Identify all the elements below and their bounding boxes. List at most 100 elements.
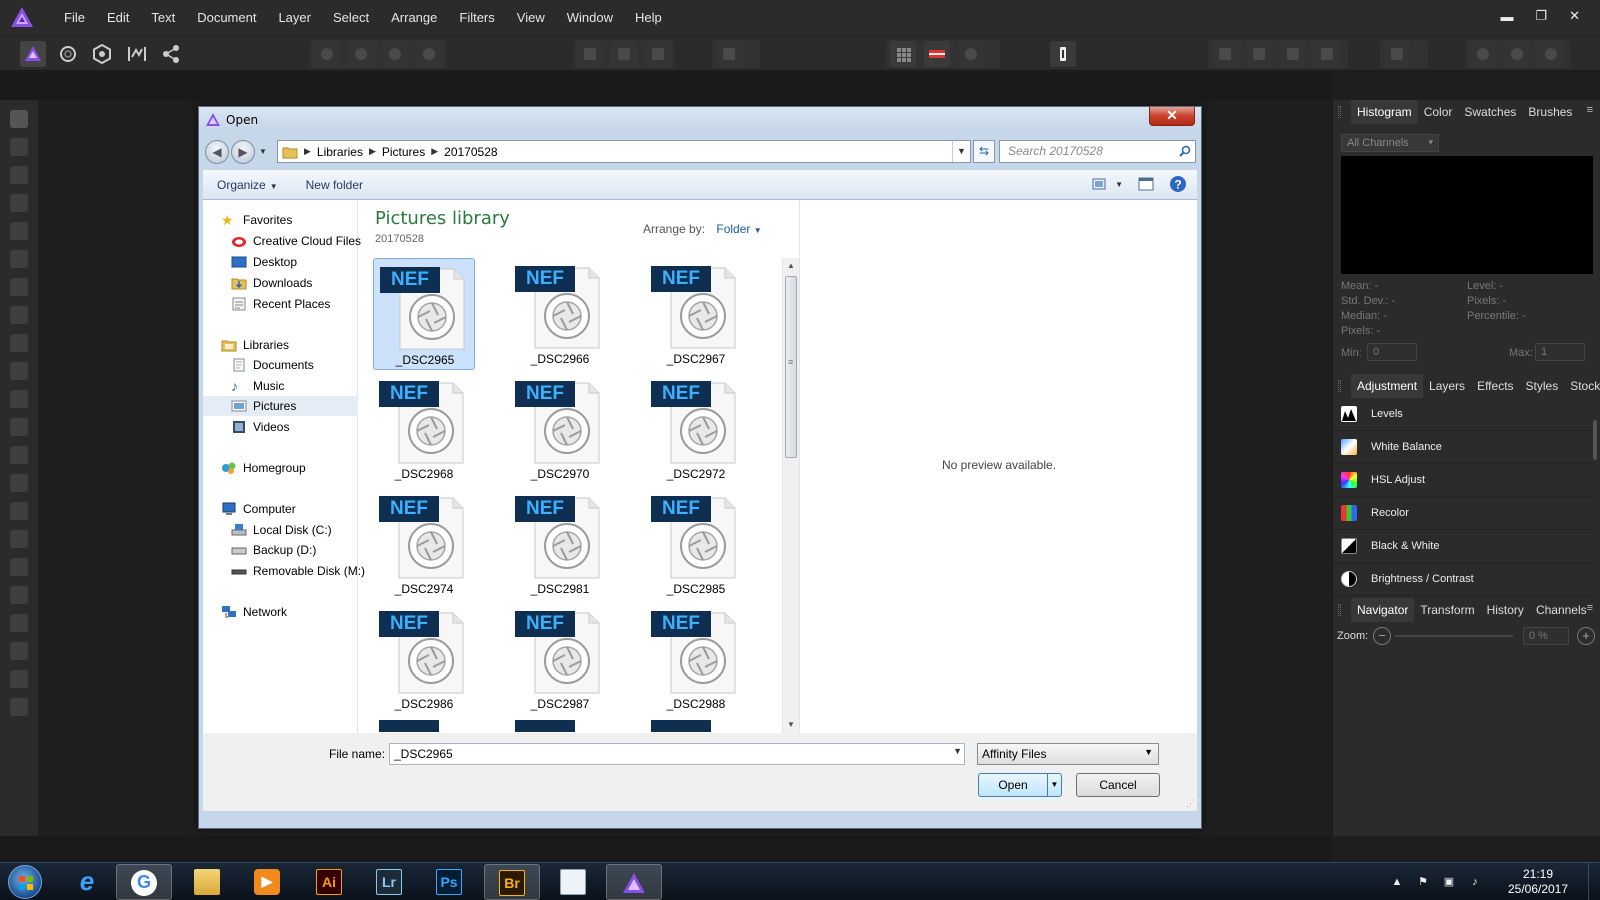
tab-stock[interactable]: Stock (1564, 374, 1600, 398)
liquify-persona-icon[interactable] (55, 41, 81, 67)
file-item-partial[interactable] (379, 720, 439, 732)
tab-channels[interactable]: Channels (1530, 598, 1593, 622)
adjustment-hsl[interactable]: HSL Adjust (1333, 464, 1593, 497)
zoom-value[interactable]: 0 % (1523, 627, 1569, 645)
nav-desktop[interactable]: Desktop (231, 252, 386, 272)
taskbar-affinity-photo[interactable] (606, 864, 662, 900)
action-center-icon[interactable]: ⚑ (1416, 875, 1430, 889)
boolean-intersect-icon[interactable] (1538, 41, 1564, 67)
menu-edit[interactable]: Edit (96, 0, 140, 35)
taskbar-photoshop[interactable]: Ps (422, 864, 478, 900)
nav-libraries[interactable]: Libraries (221, 335, 376, 355)
breadcrumb-folder[interactable]: 20170528 (438, 145, 503, 159)
restore-button[interactable]: ❐ (1535, 8, 1547, 24)
nav-local-disk[interactable]: Local Disk (C:) (231, 520, 386, 540)
search-input[interactable]: Search 20170528 (999, 140, 1196, 163)
arrange-backward-icon[interactable] (1246, 41, 1272, 67)
boolean-add-icon[interactable] (1470, 41, 1496, 67)
view-dropdown-icon[interactable]: ▼ (1115, 180, 1123, 189)
taskbar-notepad[interactable] (546, 864, 602, 900)
crop-tool-icon[interactable] (10, 194, 28, 212)
menu-window[interactable]: Window (556, 0, 624, 35)
organize-button[interactable]: Organize ▼ (203, 178, 292, 192)
menu-select[interactable]: Select (322, 0, 380, 35)
split-view-icon[interactable] (924, 41, 950, 67)
dialog-titlebar[interactable]: Open ✕ (199, 107, 1201, 133)
auto-contrast-icon[interactable] (348, 41, 374, 67)
panel-menu-icon[interactable]: ≡ (1587, 602, 1593, 614)
file-item[interactable]: NEF _DSC2974 (373, 488, 475, 600)
breadcrumb-pictures[interactable]: Pictures (376, 145, 431, 159)
nav-removable-disk[interactable]: Removable Disk (M:) (231, 561, 386, 581)
select-all-icon[interactable] (577, 41, 603, 67)
paint-brush-icon[interactable] (10, 362, 28, 380)
zoom-in-icon[interactable]: + (1577, 627, 1595, 645)
help-icon[interactable]: ? (1169, 175, 1187, 193)
file-name-input[interactable]: _DSC2965 ▼ (389, 743, 965, 765)
menu-file[interactable]: File (53, 0, 96, 35)
nav-recent-places[interactable]: Recent Places (231, 294, 386, 314)
panel-grip-icon[interactable] (1338, 604, 1341, 616)
scroll-down-icon[interactable]: ▼ (783, 717, 799, 733)
flood-fill-icon[interactable] (10, 306, 28, 324)
cancel-button[interactable]: Cancel (1076, 773, 1160, 797)
back-button[interactable]: ◀ (205, 140, 229, 164)
pen-tool-icon[interactable] (10, 558, 28, 576)
photo-persona-icon[interactable] (20, 41, 46, 67)
view-tool-icon[interactable] (10, 110, 28, 128)
resize-grip-icon[interactable]: ⋰ (1186, 798, 1195, 809)
file-item[interactable]: NEF _DSC2987 (509, 603, 611, 715)
refresh-button[interactable]: ⇆ (973, 140, 995, 163)
dialog-close-button[interactable]: ✕ (1149, 107, 1195, 126)
taskbar-file-explorer[interactable] (180, 864, 236, 900)
adjustment-scrollbar[interactable] (1592, 402, 1598, 592)
file-item[interactable]: NEF _DSC2967 (645, 258, 747, 370)
nav-favorites[interactable]: ★ Favorites (221, 210, 376, 230)
tab-adjustment[interactable]: Adjustment (1351, 374, 1424, 398)
erase-brush-icon[interactable] (10, 390, 28, 408)
freehand-tool-icon[interactable] (10, 586, 28, 604)
quick-mask-icon[interactable] (716, 41, 742, 67)
tab-navigator[interactable]: Navigator (1351, 598, 1415, 622)
align-icon[interactable] (1384, 41, 1410, 67)
search-icon[interactable] (1179, 145, 1191, 157)
zoom-tool-icon[interactable] (10, 698, 28, 716)
clone-brush-icon[interactable] (10, 446, 28, 464)
arrange-forward-icon[interactable] (1280, 41, 1306, 67)
develop-persona-icon[interactable] (89, 41, 115, 67)
nav-homegroup[interactable]: Homegroup (221, 458, 376, 478)
file-item[interactable]: NEF _DSC2988 (645, 603, 747, 715)
minimize-button[interactable]: ▬ (1500, 9, 1513, 24)
tab-swatches[interactable]: Swatches (1458, 100, 1522, 124)
zoom-out-icon[interactable]: − (1373, 627, 1391, 645)
selection-brush-icon[interactable] (10, 222, 28, 240)
taskbar-media-player[interactable]: ▶ (240, 864, 296, 900)
auto-colors-icon[interactable] (382, 41, 408, 67)
adjustment-recolor[interactable]: Recolor (1333, 497, 1593, 530)
flood-select-icon[interactable] (10, 250, 28, 268)
boolean-subtract-icon[interactable] (1504, 41, 1530, 67)
blemish-tool-icon[interactable] (10, 474, 28, 492)
arrange-front-icon[interactable] (1314, 41, 1340, 67)
nav-backup-disk[interactable]: Backup (D:) (231, 540, 386, 560)
recent-locations-icon[interactable]: ▼ (259, 147, 267, 156)
adjustment-white-balance[interactable]: White Balance (1333, 431, 1593, 464)
taskbar-internet-explorer[interactable]: e (60, 864, 116, 900)
menu-text[interactable]: Text (140, 0, 186, 35)
tab-color[interactable]: Color (1418, 100, 1459, 124)
nav-downloads[interactable]: Downloads (231, 273, 386, 293)
taskbar-illustrator[interactable]: Ai (302, 864, 358, 900)
smudge-brush-icon[interactable] (10, 502, 28, 520)
export-persona-icon[interactable] (158, 41, 184, 67)
change-view-icon[interactable] (1091, 175, 1109, 193)
rotate-view-icon[interactable] (958, 41, 984, 67)
file-item[interactable]: NEF _DSC2986 (373, 603, 475, 715)
max-field[interactable]: 1 (1535, 343, 1585, 361)
close-button[interactable]: ✕ (1569, 8, 1580, 24)
channel-select[interactable]: All Channels (1341, 134, 1439, 152)
menu-filters[interactable]: Filters (448, 0, 505, 35)
dodge-brush-icon[interactable] (10, 418, 28, 436)
show-hidden-icons-icon[interactable]: ▲ (1390, 875, 1404, 889)
nav-pictures[interactable]: Pictures (203, 396, 358, 416)
file-type-select[interactable]: Affinity Files ▼ (977, 743, 1159, 765)
